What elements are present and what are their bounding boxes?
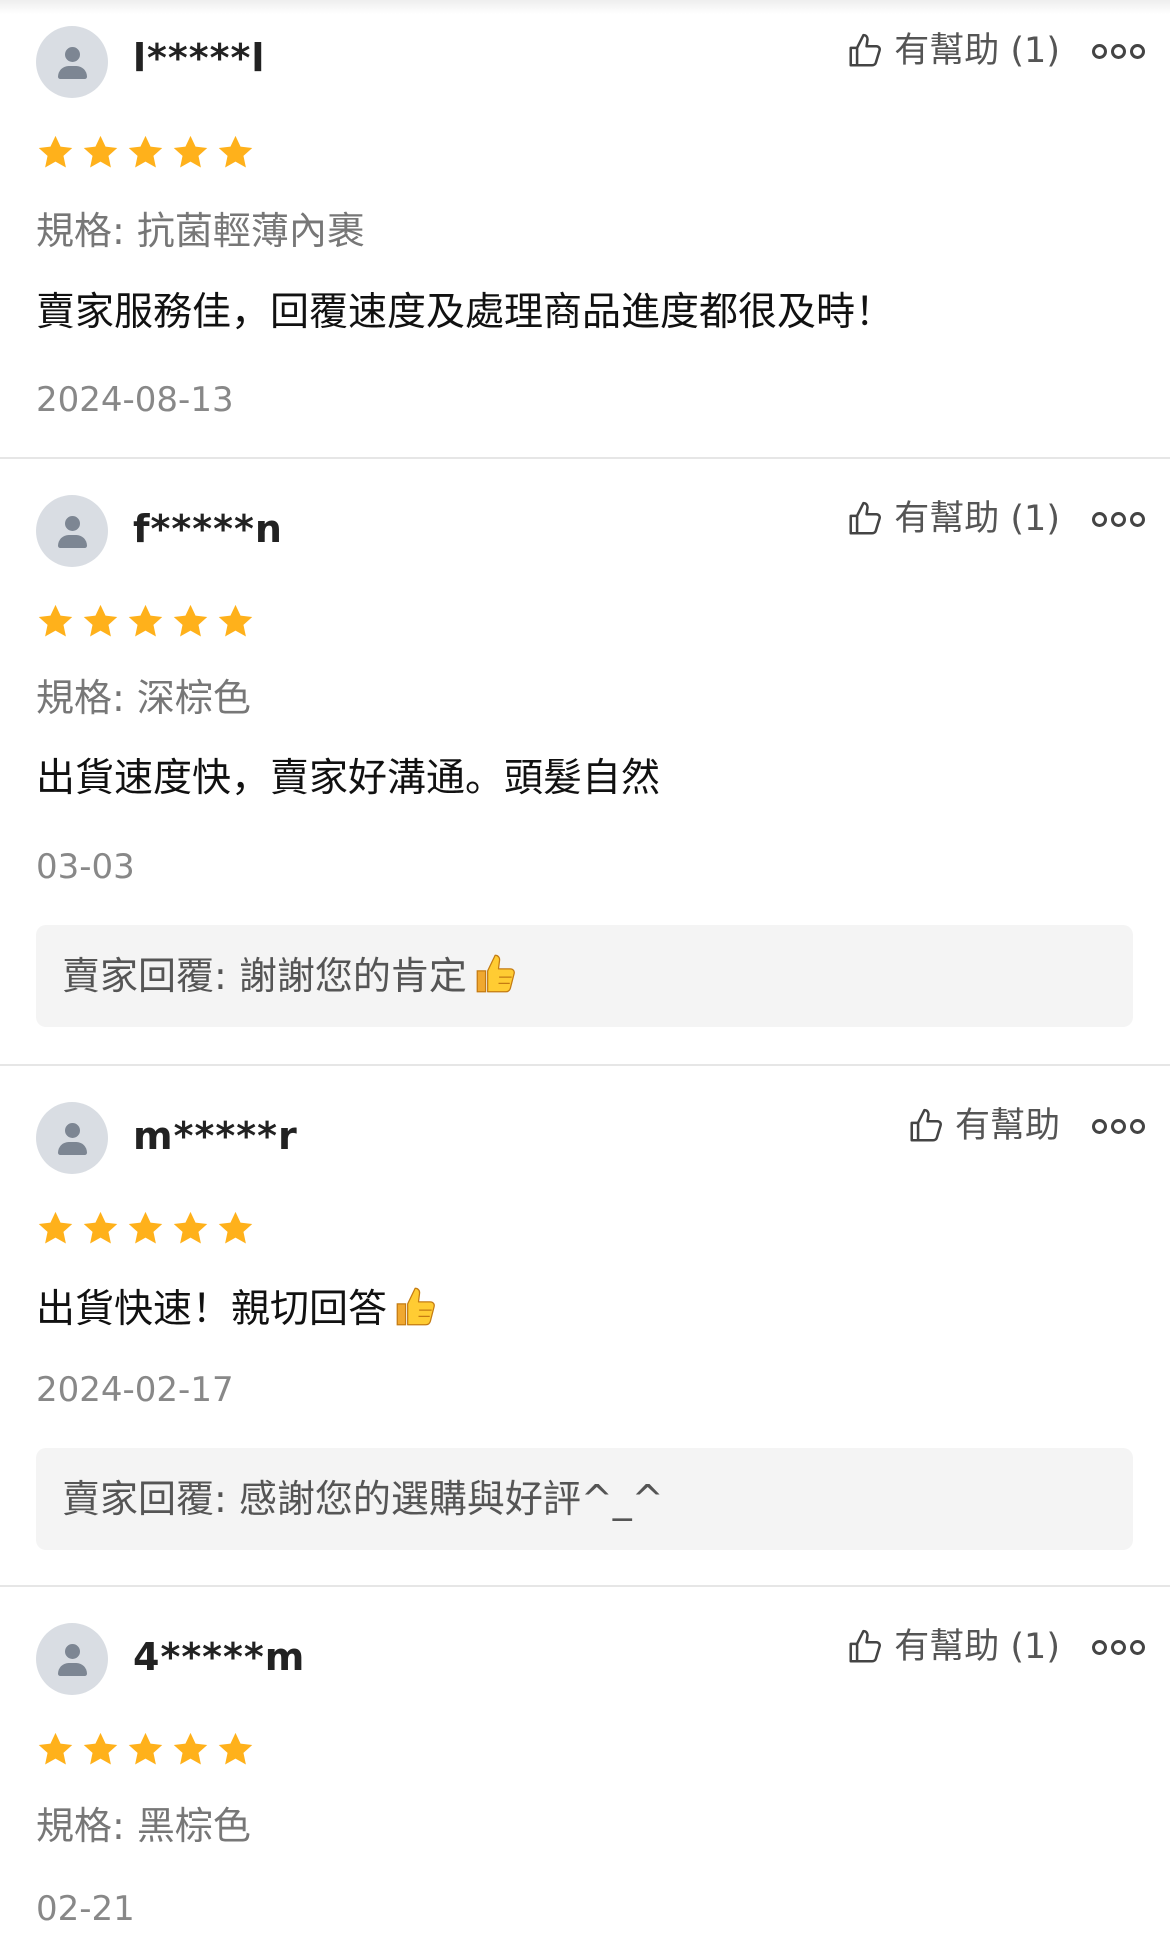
helpful-label: 有幫助 (954, 1106, 1060, 1146)
review-date: 2024-08-13 (36, 380, 234, 420)
seller-reply: 賣家回覆: 謝謝您的肯定 (36, 925, 1133, 1027)
avatar-body-icon (58, 66, 87, 79)
review-text: 賣家服務佳，回覆速度及處理商品進度都很及時！ (36, 290, 895, 335)
helpful-label: 有幫助 (1) (894, 31, 1060, 71)
star-icon (171, 1730, 210, 1769)
star-icon (81, 133, 120, 172)
helpful-label: 有幫助 (1) (894, 499, 1060, 539)
star-icon (216, 133, 255, 172)
avatar-body-icon (58, 1663, 87, 1676)
more-options-icon[interactable] (1092, 497, 1145, 541)
thumbs-up-outline-icon (907, 1107, 945, 1145)
review-date: 02-21 (36, 1889, 135, 1929)
more-options-icon[interactable] (1092, 1625, 1145, 1669)
avatar-head-icon (65, 516, 80, 531)
seller-reply: 賣家回覆: 感謝您的選購與好評^_^ (36, 1448, 1133, 1550)
avatar (36, 1102, 108, 1174)
helpful-button[interactable]: 有幫助 (907, 1104, 1060, 1148)
review-date: 03-03 (36, 847, 135, 887)
star-rating (36, 133, 255, 172)
star-icon (81, 1730, 120, 1769)
review-text-content: 出貨快速！親切回答 (36, 1287, 388, 1332)
star-icon (216, 1730, 255, 1769)
thumbs-up-outline-icon (846, 32, 884, 70)
star-icon (36, 133, 75, 172)
more-options-icon[interactable] (1092, 29, 1145, 73)
reviewer-name: f*****n (133, 507, 283, 551)
reviewer-name: m*****r (133, 1114, 298, 1158)
review-spec: 規格: 抗菌輕薄內裹 (36, 209, 365, 253)
avatar (36, 1623, 108, 1695)
star-icon (81, 1209, 120, 1248)
star-icon (216, 602, 255, 641)
review-card: m*****r 有幫助 出貨快速！親切回答 2024-02-17 賣家回覆: 感… (0, 1066, 1170, 1587)
reviewer-name: l*****l (133, 36, 266, 80)
avatar-body-icon (58, 535, 87, 548)
review-card: 4*****m 有幫助 (1) 規格: 黑棕色 02-21 (0, 1587, 1170, 1953)
star-icon (36, 1730, 75, 1769)
star-icon (126, 602, 165, 641)
review-text: 出貨快速！親切回答 (36, 1280, 441, 1333)
review-text: 出貨速度快，賣家好溝通。頭髮自然 (36, 756, 661, 801)
star-icon (81, 602, 120, 641)
helpful-button[interactable]: 有幫助 (1) (846, 497, 1060, 541)
star-icon (36, 1209, 75, 1248)
seller-reply-text: 賣家回覆: 謝謝您的肯定 (62, 954, 467, 998)
review-card: f*****n 有幫助 (1) 規格: 深棕色 出貨速度快，賣家好溝通。頭髮自然… (0, 459, 1170, 1066)
seller-reply-text: 賣家回覆: 感謝您的選購與好評^_^ (62, 1477, 664, 1521)
review-spec: 規格: 深棕色 (36, 676, 251, 720)
thumbs-up-outline-icon (846, 1628, 884, 1666)
star-icon (126, 1209, 165, 1248)
star-icon (171, 1209, 210, 1248)
star-rating (36, 602, 255, 641)
reviewer-name: 4*****m (133, 1635, 306, 1679)
star-icon (216, 1209, 255, 1248)
review-card: l*****l 有幫助 (1) 規格: 抗菌輕薄內裹 賣家服務佳，回覆速度及處理… (0, 0, 1170, 459)
star-icon (171, 133, 210, 172)
helpful-button[interactable]: 有幫助 (1) (846, 1625, 1060, 1669)
star-icon (36, 602, 75, 641)
avatar-body-icon (58, 1142, 87, 1155)
helpful-button[interactable]: 有幫助 (1) (846, 29, 1060, 73)
avatar (36, 495, 108, 567)
avatar-head-icon (65, 1644, 80, 1659)
helpful-label: 有幫助 (1) (894, 1627, 1060, 1667)
star-icon (126, 1730, 165, 1769)
thumbs-up-emoji (471, 947, 521, 999)
avatar (36, 26, 108, 98)
thumbs-up-outline-icon (846, 500, 884, 538)
review-date: 2024-02-17 (36, 1370, 234, 1410)
star-icon (126, 133, 165, 172)
star-rating (36, 1730, 255, 1769)
avatar-head-icon (65, 1123, 80, 1138)
avatar-head-icon (65, 47, 80, 62)
review-spec: 規格: 黑棕色 (36, 1804, 251, 1848)
more-options-icon[interactable] (1092, 1104, 1145, 1148)
star-icon (171, 602, 210, 641)
thumbs-up-emoji (391, 1280, 441, 1332)
star-rating (36, 1209, 255, 1248)
